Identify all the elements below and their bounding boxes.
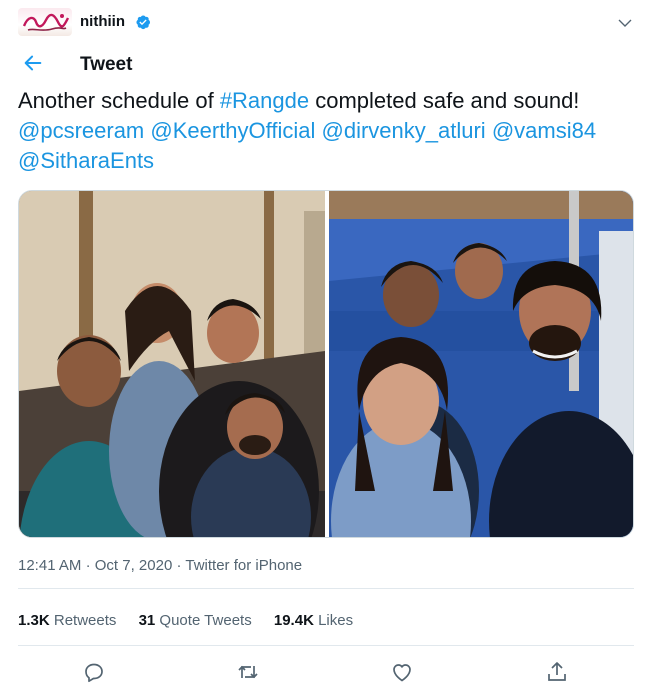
- mention-link[interactable]: @pcsreeram: [18, 118, 144, 143]
- mention-link[interactable]: @KeerthyOfficial: [150, 118, 315, 143]
- account-username[interactable]: nithiin: [80, 13, 125, 30]
- tweet-media: [18, 190, 634, 538]
- tweet-action-bar: [0, 660, 650, 690]
- account-bar: nithiin: [0, 0, 650, 40]
- quote-tweets-count: 31: [138, 612, 156, 629]
- separator-dot: ·: [85, 557, 91, 574]
- divider: [18, 588, 634, 589]
- retweets-count: 1.3K: [18, 612, 50, 629]
- divider: [18, 645, 634, 646]
- back-arrow-icon[interactable]: [22, 52, 44, 74]
- tweet-stats: 1.3K Retweets 31 Quote Tweets 19.4K Like…: [18, 612, 371, 629]
- likes-count: 19.4K: [273, 612, 314, 629]
- likes-stat[interactable]: 19.4K Likes: [274, 612, 353, 629]
- likes-label: Likes: [318, 612, 354, 629]
- verified-badge-icon: [136, 15, 150, 30]
- page-title: Tweet: [80, 54, 133, 75]
- separator-dot: ·: [176, 557, 182, 574]
- tweet-text-part: Another schedule of: [18, 88, 220, 113]
- tweet-source[interactable]: Twitter for iPhone: [185, 557, 302, 574]
- tweet-metadata: 12:41 AM · Oct 7, 2020 · Twitter for iPh…: [18, 557, 302, 574]
- tweet-text-part: completed safe and sound!: [309, 88, 580, 113]
- tweet-text: Another schedule of #Rangde completed sa…: [18, 86, 633, 176]
- retweets-stat[interactable]: 1.3K Retweets: [18, 612, 116, 629]
- mention-link[interactable]: @vamsi84: [492, 118, 596, 143]
- mention-link[interactable]: @dirvenky_atluri: [322, 118, 486, 143]
- tweet-photo-1[interactable]: [19, 191, 325, 537]
- chevron-down-icon[interactable]: [616, 14, 634, 32]
- quote-tweets-label: Quote Tweets: [159, 612, 252, 629]
- retweet-icon[interactable]: [236, 660, 260, 684]
- avatar[interactable]: [18, 8, 72, 36]
- heart-icon[interactable]: [390, 660, 414, 684]
- tweet-time[interactable]: 12:41 AM: [18, 557, 81, 574]
- mention-link[interactable]: @SitharaEnts: [18, 148, 154, 173]
- share-icon[interactable]: [545, 660, 569, 684]
- hashtag-link[interactable]: #Rangde: [220, 88, 309, 113]
- reply-icon[interactable]: [82, 660, 106, 684]
- tweet-photo-2[interactable]: [329, 191, 633, 537]
- tweet-header: Tweet: [0, 40, 650, 88]
- quote-tweets-stat[interactable]: 31 Quote Tweets: [139, 612, 252, 629]
- tweet-date[interactable]: Oct 7, 2020: [95, 557, 173, 574]
- retweets-label: Retweets: [53, 612, 117, 629]
